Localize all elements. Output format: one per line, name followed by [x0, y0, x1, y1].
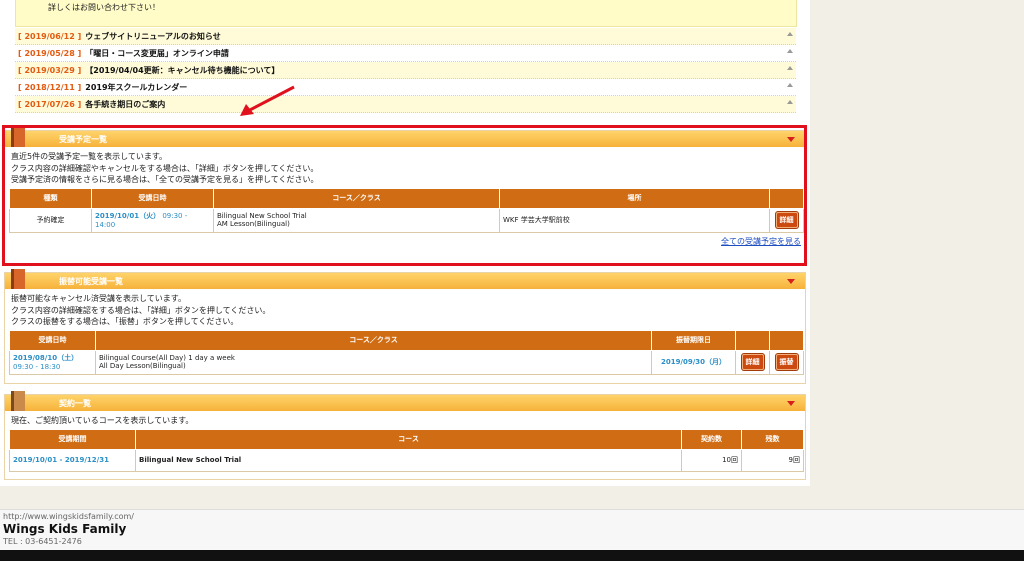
lesson-date: 2019/08/10（土）	[13, 354, 79, 362]
footer-bar	[0, 550, 1024, 561]
collapse-icon[interactable]	[787, 401, 795, 406]
briefcase-icon	[11, 391, 25, 411]
panel-header: 振替可能受講一覧	[5, 269, 805, 289]
table-row: 2019/08/10（土） 09:30 - 18:30 Bilingual Co…	[9, 349, 804, 375]
description-line: 振替可能なキャンセル済受講を表示しています。	[11, 294, 186, 303]
column-header: 振替期限日	[651, 329, 736, 351]
news-date: [ 2019/05/28 ]	[18, 48, 82, 58]
column-header: コース	[135, 428, 682, 450]
panel-description: 振替可能なキャンセル済受講を表示しています。 クラス内容の詳細確認をする場合は、…	[11, 293, 799, 328]
notice-text: 詳しくはお問い合わせ下さい！	[48, 3, 160, 12]
column-header: 受講期間	[9, 428, 136, 450]
footer-url[interactable]: http://www.wingskidsfamily.com/	[3, 512, 134, 521]
description-line: クラス内容の詳細確認をする場合は、「詳細」ボタンを押してください。	[11, 305, 271, 315]
scroll-up-icon[interactable]	[787, 83, 793, 87]
panel-title: 契約一覧	[59, 399, 91, 408]
news-title[interactable]: 2019年スクールカレンダー	[85, 82, 187, 93]
footer-telephone: TEL : 03-6451-2476	[3, 537, 82, 546]
contract-count: 10回	[681, 448, 742, 472]
remaining-count: 9回	[741, 448, 804, 472]
description-line: 現在、ご契約頂いているコースを表示しています。	[11, 416, 194, 425]
news-date: [ 2017/07/26 ]	[18, 99, 82, 109]
panel-title: 振替可能受講一覧	[59, 277, 123, 286]
transfer-deadline: 2019/09/30（月）	[651, 349, 736, 375]
transfer-button[interactable]: 振替	[775, 354, 798, 370]
news-title[interactable]: 各手続き期日のご案内	[85, 99, 165, 110]
column-header: 受講日時	[9, 329, 96, 351]
news-title[interactable]: 「曜日・コース変更届」オンライン申請	[85, 48, 229, 59]
footer-company-name: Wings Kids Family	[3, 522, 127, 536]
column-header: 契約数	[681, 428, 742, 450]
news-list: [ 2019/06/12 ] ウェブサイトリニューアルのお知らせ [ 2019/…	[15, 28, 796, 113]
news-item[interactable]: [ 2019/03/29 ] 【2019/04/04更新：キャンセル待ち機能につ…	[15, 62, 796, 79]
table-row: 2019/10/01 - 2019/12/31 Bilingual New Sc…	[9, 448, 804, 472]
panel-header: 契約一覧	[5, 391, 805, 411]
course-name: Bilingual Course(All Day) 1 day a week	[99, 354, 235, 362]
red-arrow-icon	[240, 85, 295, 116]
panel-description: 現在、ご契約頂いているコースを表示しています。	[11, 415, 799, 427]
news-title[interactable]: 【2019/04/04更新：キャンセル待ち機能について】	[85, 65, 279, 76]
scroll-up-icon[interactable]	[787, 66, 793, 70]
news-date: [ 2019/03/29 ]	[18, 65, 82, 75]
news-item[interactable]: [ 2019/05/28 ] 「曜日・コース変更届」オンライン申請	[15, 45, 796, 62]
news-title[interactable]: ウェブサイトリニューアルのお知らせ	[85, 31, 220, 42]
contract-course: Bilingual New School Trial	[135, 448, 682, 472]
description-line: クラスの振替をする場合は、「振替」ボタンを押してください。	[11, 317, 239, 326]
highlight-frame	[2, 125, 807, 266]
news-item[interactable]: [ 2019/06/12 ] ウェブサイトリニューアルのお知らせ	[15, 28, 796, 45]
news-date: [ 2018/12/11 ]	[18, 82, 82, 92]
course-class: Bilingual Course(All Day) 1 day a week A…	[95, 349, 652, 375]
news-date: [ 2019/06/12 ]	[18, 31, 82, 41]
transfer-panel: 振替可能受講一覧 振替可能なキャンセル済受講を表示しています。 クラス内容の詳細…	[4, 269, 806, 384]
footer: http://www.wingskidsfamily.com/ Wings Ki…	[0, 509, 1024, 561]
contract-panel: 契約一覧 現在、ご契約頂いているコースを表示しています。 受講期間 コース 契約…	[4, 391, 806, 480]
column-header: 残数	[741, 428, 804, 450]
news-item[interactable]: [ 2017/07/26 ] 各手続き期日のご案内	[15, 96, 796, 113]
contract-table: 受講期間 コース 契約数 残数 2019/10/01 - 2019/12/31 …	[9, 428, 804, 472]
lesson-datetime: 2019/08/10（土） 09:30 - 18:30	[9, 349, 96, 375]
column-header: コース／クラス	[95, 329, 652, 351]
scroll-up-icon[interactable]	[787, 100, 793, 104]
transfer-table: 受講日時 コース／クラス 振替期限日 2019/08/10（土） 09:30 -…	[9, 329, 804, 375]
main-content: 詳しくはお問い合わせ下さい！ [ 2019/06/12 ] ウェブサイトリニュー…	[0, 0, 810, 486]
scroll-up-icon[interactable]	[787, 32, 793, 36]
detail-button[interactable]: 詳細	[741, 354, 764, 370]
news-item[interactable]: [ 2018/12/11 ] 2019年スクールカレンダー	[15, 79, 796, 96]
book-icon	[11, 269, 25, 289]
contract-period: 2019/10/01 - 2019/12/31	[9, 448, 136, 472]
scroll-up-icon[interactable]	[787, 49, 793, 53]
collapse-icon[interactable]	[787, 279, 795, 284]
column-header	[735, 329, 770, 351]
class-name: All Day Lesson(Bilingual)	[99, 362, 186, 370]
lesson-time: 09:30 - 18:30	[13, 363, 61, 371]
notice-box: 詳しくはお問い合わせ下さい！	[15, 0, 797, 27]
column-header	[769, 329, 804, 351]
